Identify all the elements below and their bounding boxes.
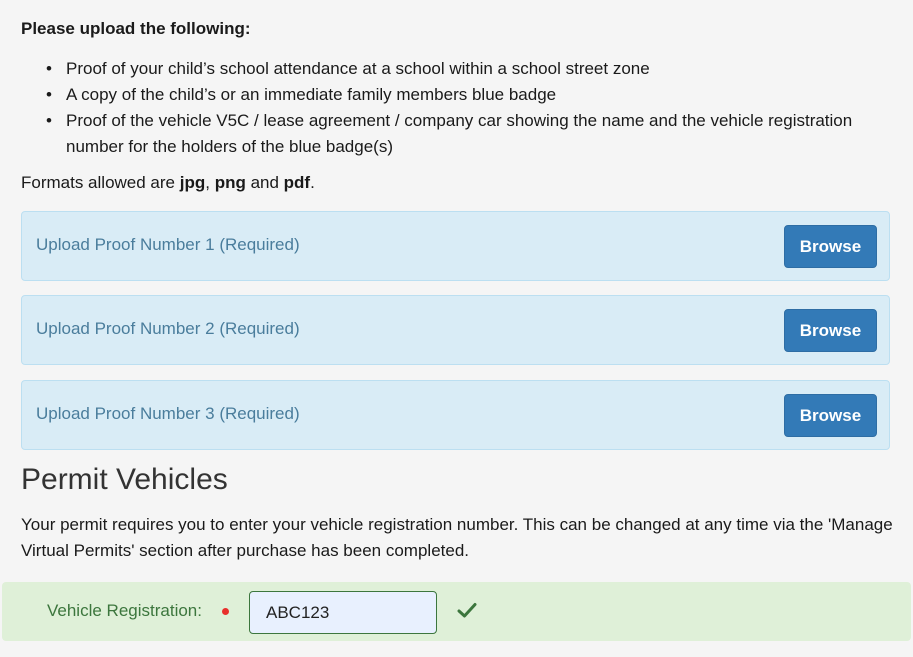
formats-suffix: . bbox=[310, 173, 315, 192]
upload-label-1: Upload Proof Number 1 (Required) bbox=[36, 235, 300, 254]
required-indicator-icon bbox=[222, 608, 229, 615]
requirement-text: Proof of the vehicle V5C / lease agreeme… bbox=[66, 111, 853, 156]
formats-separator: , bbox=[205, 173, 215, 192]
checkmark-icon bbox=[457, 603, 477, 618]
vehicle-registration-input[interactable] bbox=[249, 591, 437, 634]
list-item: • Proof of the vehicle V5C / lease agree… bbox=[20, 108, 880, 160]
permit-description: Your permit requires you to enter your v… bbox=[21, 515, 893, 560]
upload-panel-2: Upload Proof Number 2 (Required) Browse bbox=[21, 295, 890, 365]
requirement-text: Proof of your child’s school attendance … bbox=[66, 59, 650, 78]
format-png: png bbox=[214, 173, 246, 192]
vehicle-registration-label: Vehicle Registration: bbox=[47, 601, 202, 620]
browse-button-3[interactable]: Browse bbox=[784, 394, 877, 437]
formats-note: Formats allowed are jpg, png and pdf. bbox=[21, 173, 315, 193]
formats-separator: and bbox=[245, 173, 284, 192]
upload-label-3: Upload Proof Number 3 (Required) bbox=[36, 404, 300, 423]
bullet-icon: • bbox=[46, 59, 52, 78]
format-pdf: pdf bbox=[283, 173, 311, 192]
upload-panel-1: Upload Proof Number 1 (Required) Browse bbox=[21, 211, 890, 281]
requirements-list: • Proof of your child’s school attendanc… bbox=[20, 56, 880, 160]
vehicle-registration-row: Vehicle Registration: bbox=[2, 582, 911, 641]
browse-button-1[interactable]: Browse bbox=[784, 225, 877, 268]
browse-button-2[interactable]: Browse bbox=[784, 309, 877, 352]
formats-prefix: Formats allowed are bbox=[21, 173, 180, 192]
list-item: • Proof of your child’s school attendanc… bbox=[20, 56, 880, 82]
bullet-icon: • bbox=[46, 111, 52, 130]
permit-vehicles-title: Permit Vehicles bbox=[21, 463, 228, 496]
bullet-icon: • bbox=[46, 85, 52, 104]
upload-label-2: Upload Proof Number 2 (Required) bbox=[36, 319, 300, 338]
upload-heading: Please upload the following: bbox=[21, 19, 251, 38]
list-item: • A copy of the child’s or an immediate … bbox=[20, 82, 880, 108]
requirement-text: A copy of the child’s or an immediate fa… bbox=[66, 85, 557, 104]
format-jpg: jpg bbox=[179, 173, 206, 192]
upload-panel-3: Upload Proof Number 3 (Required) Browse bbox=[21, 380, 890, 450]
